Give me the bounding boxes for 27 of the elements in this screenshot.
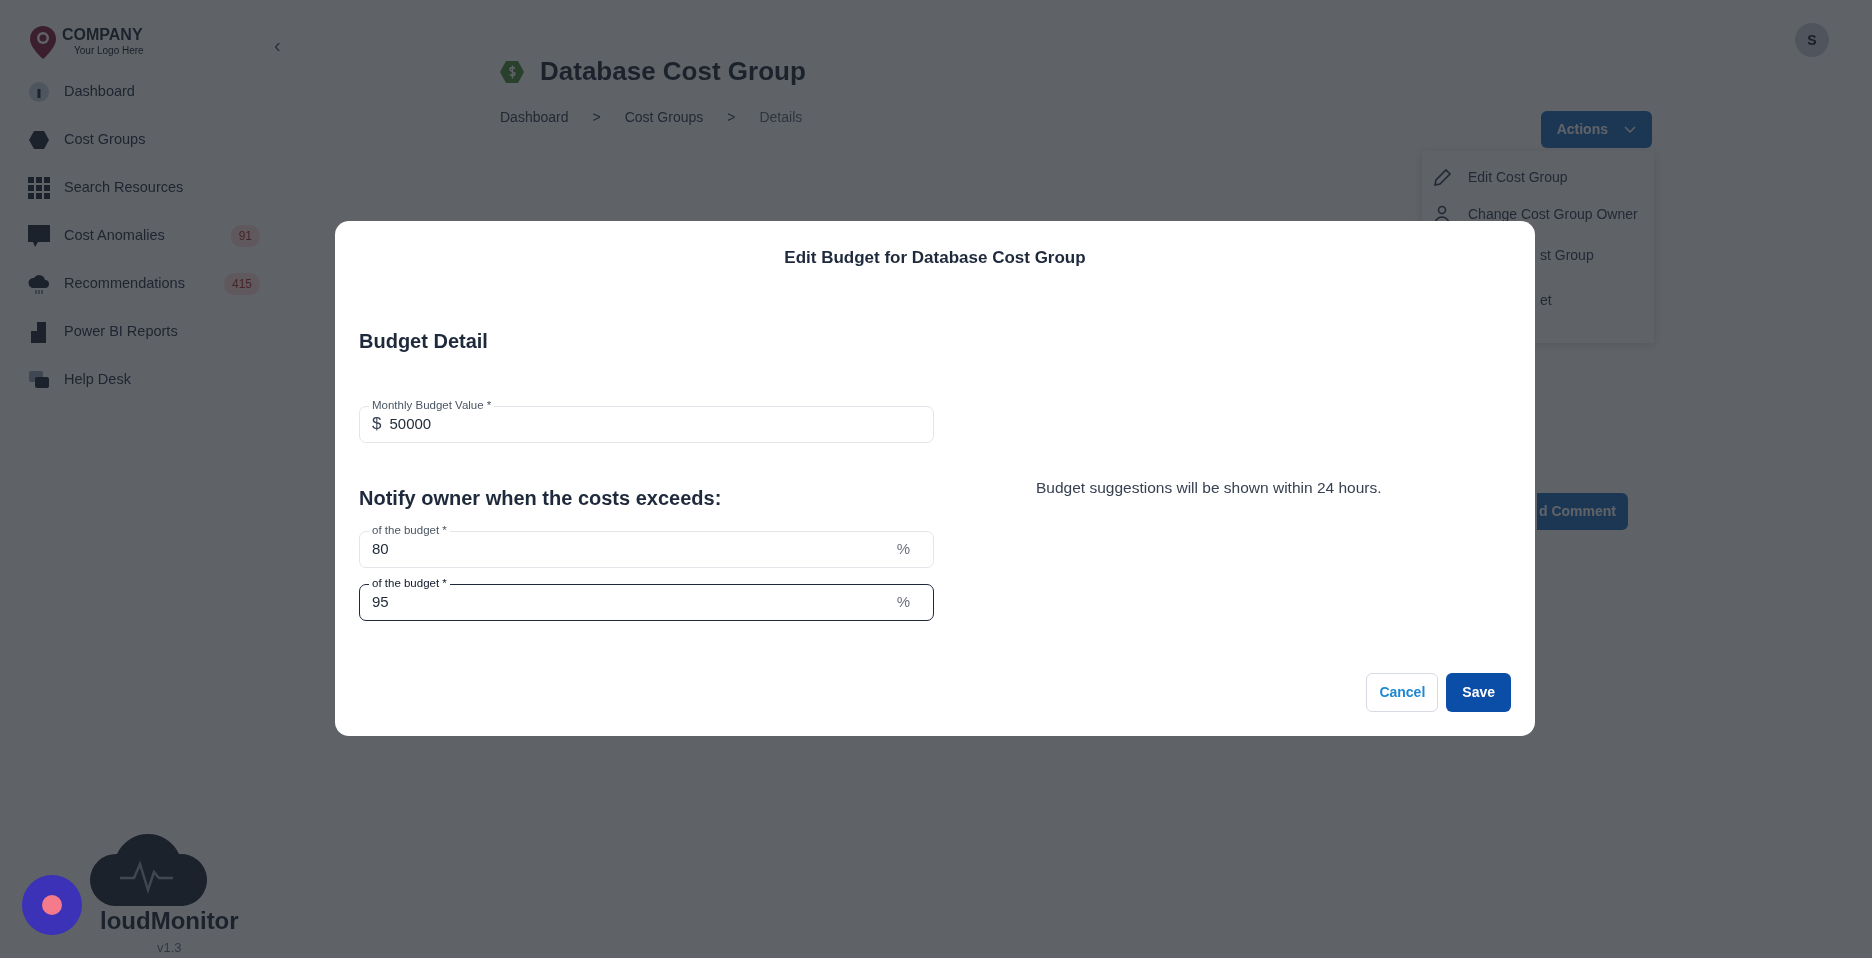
sidebar-item-label: Cost Groups: [64, 130, 146, 150]
logo-text: COMPANY: [62, 26, 144, 43]
breadcrumb-separator: >: [727, 108, 736, 127]
percent-suffix: %: [896, 538, 910, 559]
save-button[interactable]: Save: [1446, 673, 1511, 712]
menu-item[interactable]: Edit Cost Group: [1468, 167, 1568, 188]
section-title: Notify owner when the costs exceeds:: [359, 485, 723, 511]
sidebar-item-label: Recommendations: [64, 274, 185, 294]
sidebar-item-label: Search Resources: [64, 178, 184, 198]
sidebar-item-label: Dashboard: [64, 82, 135, 102]
menu-item[interactable]: Change Cost Group Owner: [1468, 204, 1638, 225]
sidebar-item-label: Help Desk: [64, 370, 131, 390]
percent-suffix: %: [896, 591, 910, 612]
input-field[interactable]: 50000: [389, 412, 910, 436]
modal-title: Edit Budget for Database Cost Group: [783, 247, 1087, 269]
breadcrumb-separator: >: [592, 108, 601, 127]
logo-tagline: Your Logo Here: [74, 43, 144, 58]
cancel-button[interactable]: Cancel: [1366, 673, 1439, 712]
page-title: Database Cost Group: [540, 55, 806, 88]
section-title: Budget Detail: [359, 328, 489, 354]
sidebar-item-label: Power BI Reports: [64, 322, 178, 342]
input-field[interactable]: 80: [372, 537, 889, 561]
sidebar-item-label: Cost Anomalies: [64, 226, 165, 246]
info-text: Budget suggestions will be shown within 24 hours.: [1036, 478, 1382, 496]
brand-name: loudMonitor: [100, 908, 239, 935]
input-field[interactable]: 95: [372, 590, 889, 614]
currency-prefix: $: [372, 413, 382, 436]
